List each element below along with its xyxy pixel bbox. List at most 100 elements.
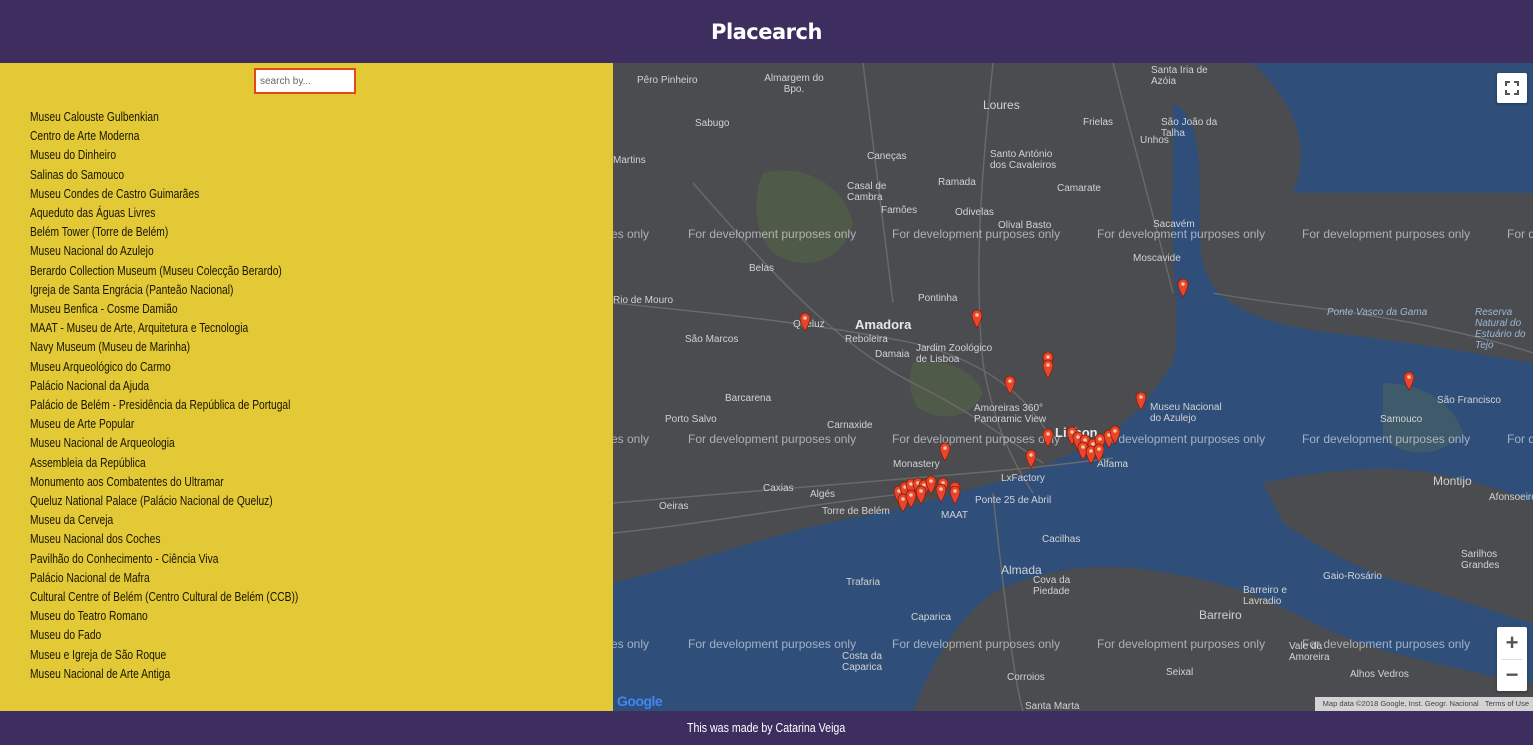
map-label: Rio de Mouro <box>613 295 674 306</box>
map-marker-icon[interactable] <box>1093 443 1105 463</box>
map-label: Famões <box>881 205 918 216</box>
map[interactable]: Pêro Pinheiro Almargem do Bpo. Sabugo Lo… <box>613 63 1533 711</box>
dev-watermark: For development purposes only <box>688 227 857 241</box>
place-list-item[interactable]: Museu Condes de Castro Guimarães <box>30 185 298 204</box>
zoom-out-button[interactable]: − <box>1497 659 1527 691</box>
dev-watermark: For development purposes only <box>1097 637 1266 651</box>
place-list-item[interactable]: Museu Nacional de Arte Antiga <box>30 665 298 684</box>
map-attribution: Map data ©2018 Google, Inst. Geogr. Naci… <box>1314 697 1533 711</box>
place-list-item[interactable]: Museu do Teatro Romano <box>30 607 298 626</box>
map-label: Caparica <box>911 612 952 623</box>
place-list-item[interactable]: Museu do Dinheiro <box>30 146 298 165</box>
map-label: Barreiro <box>1199 608 1242 622</box>
terms-link[interactable]: Terms of Use <box>1485 699 1529 708</box>
map-label: Monastery <box>893 459 940 470</box>
map-marker-icon[interactable] <box>1135 391 1147 411</box>
place-list-item[interactable]: Salinas do Samouco <box>30 166 298 185</box>
dev-watermark: For development purposes only <box>1302 432 1471 446</box>
map-label: Algés <box>810 489 836 500</box>
map-label: Santo António dos Cavaleiros <box>990 149 1057 171</box>
place-list-item[interactable]: Aqueduto das Águas Livres <box>30 204 298 223</box>
map-label: Torre de Belém <box>822 506 890 517</box>
place-list-item[interactable]: Museu de Arte Popular <box>30 415 298 434</box>
place-list-item[interactable]: Cultural Centre of Belém (Centro Cultura… <box>30 588 298 607</box>
dev-watermark: For development purposes only <box>1097 227 1266 241</box>
map-label: Caxias <box>763 483 794 494</box>
map-marker-icon[interactable] <box>1025 449 1037 469</box>
map-marker-icon[interactable] <box>1403 371 1415 391</box>
place-list-item[interactable]: Queluz National Palace (Palácio Nacional… <box>30 492 298 511</box>
map-marker-icon[interactable] <box>971 309 983 329</box>
map-label: Seixal <box>1166 667 1194 678</box>
map-label: Reserva Natural do Estuário do Tejo <box>1475 307 1526 351</box>
place-list-item[interactable]: Museu Nacional do Azulejo <box>30 242 298 261</box>
zoom-in-button[interactable]: + <box>1497 627 1527 659</box>
map-marker-icon[interactable] <box>1042 359 1054 379</box>
map-label: Pontinha <box>918 293 958 304</box>
place-list-item[interactable]: Museu Calouste Gulbenkian <box>30 108 298 127</box>
map-marker-icon[interactable] <box>799 312 811 332</box>
place-list-item[interactable]: Igreja de Santa Engrácia (Panteão Nacion… <box>30 281 298 300</box>
place-list-item[interactable]: Museu da Cerveja <box>30 511 298 530</box>
map-label: Corroios <box>1007 672 1045 683</box>
map-label: Caneças <box>867 151 907 162</box>
map-label: Reboleira <box>845 334 888 345</box>
map-label: Barcarena <box>725 393 772 404</box>
place-list-item[interactable]: Museu do Fado <box>30 626 298 645</box>
dev-watermark: For development purposes only <box>1097 432 1266 446</box>
map-label: Moscavide <box>1133 253 1181 264</box>
dev-watermark: es only <box>613 227 650 241</box>
search-input[interactable] <box>254 68 356 94</box>
place-list-item[interactable]: Monumento aos Combatentes do Ultramar <box>30 473 298 492</box>
zoom-divider <box>1502 659 1522 660</box>
dev-watermark: es only <box>613 432 650 446</box>
dev-watermark: For d <box>1507 432 1533 446</box>
place-list-item[interactable]: Museu Benfica - Cosme Damião <box>30 300 298 319</box>
place-list-item[interactable]: Museu Arqueológico do Carmo <box>30 358 298 377</box>
map-label: Barreiro e Lavradio <box>1243 585 1287 607</box>
place-list-item[interactable]: Navy Museum (Museu de Marinha) <box>30 338 298 357</box>
map-marker-icon[interactable] <box>915 485 927 505</box>
map-label: Samouco <box>1380 414 1423 425</box>
place-list-item[interactable]: Museu Nacional de Arqueologia <box>30 434 298 453</box>
map-label: Martins <box>613 155 646 166</box>
dev-watermark: For development purposes only <box>1302 227 1471 241</box>
place-list-item[interactable]: Palácio Nacional da Ajuda <box>30 377 298 396</box>
fullscreen-button[interactable] <box>1497 73 1527 103</box>
attribution-text: Map data ©2018 Google, Inst. Geogr. Naci… <box>1322 699 1479 708</box>
place-list-item[interactable]: Palácio Nacional de Mafra <box>30 569 298 588</box>
place-list-item[interactable]: Museu Nacional dos Coches <box>30 530 298 549</box>
map-marker-icon[interactable] <box>1109 425 1121 445</box>
map-label: Trafaria <box>846 577 881 588</box>
map-label: Ramada <box>938 177 976 188</box>
map-label: Santa Iria de Azóia <box>1151 65 1208 87</box>
map-label: Carnaxide <box>827 420 873 431</box>
map-marker-icon[interactable] <box>1004 375 1016 395</box>
place-list-item[interactable]: MAAT - Museu de Arte, Arquitetura e Tecn… <box>30 319 298 338</box>
map-label: Damaia <box>875 349 910 360</box>
place-list-item[interactable]: Museu e Igreja de São Roque <box>30 646 298 665</box>
place-list-item[interactable]: Pavilhão do Conhecimento - Ciência Viva <box>30 550 298 569</box>
place-list-item[interactable]: Berardo Collection Museum (Museu Colecçã… <box>30 262 298 281</box>
map-marker-icon[interactable] <box>939 442 951 462</box>
dev-watermark: For d <box>1507 227 1533 241</box>
map-label: Sarilhos Grandes <box>1461 549 1500 571</box>
map-marker-icon[interactable] <box>949 485 961 505</box>
place-list-item[interactable]: Assembleia da República <box>30 454 298 473</box>
map-label: Ponte Vasco da Gama <box>1327 307 1428 318</box>
google-logo[interactable]: Google <box>617 693 663 709</box>
places-list: Museu Calouste Gulbenkian Centro de Arte … <box>30 108 357 684</box>
map-marker-icon[interactable] <box>1042 428 1054 448</box>
sidebar: Museu Calouste GulbenkianCentro de Arte … <box>0 63 613 711</box>
app-footer: This was made by Catarina Veiga <box>0 711 1533 745</box>
place-list-item[interactable]: Palácio de Belém - Presidência da Repúbl… <box>30 396 298 415</box>
map-marker-icon[interactable] <box>1177 278 1189 298</box>
place-list-item[interactable]: Belém Tower (Torre de Belém) <box>30 223 298 242</box>
map-marker-icon[interactable] <box>935 483 947 503</box>
map-label: Porto Salvo <box>665 414 717 425</box>
map-label: Oeiras <box>659 501 689 512</box>
place-list-item[interactable]: Centro de Arte Moderna <box>30 127 298 146</box>
dev-watermark: For development purposes only <box>892 432 1061 446</box>
dev-watermark: For development purposes only <box>892 227 1061 241</box>
app-title: Placearch <box>711 19 822 44</box>
